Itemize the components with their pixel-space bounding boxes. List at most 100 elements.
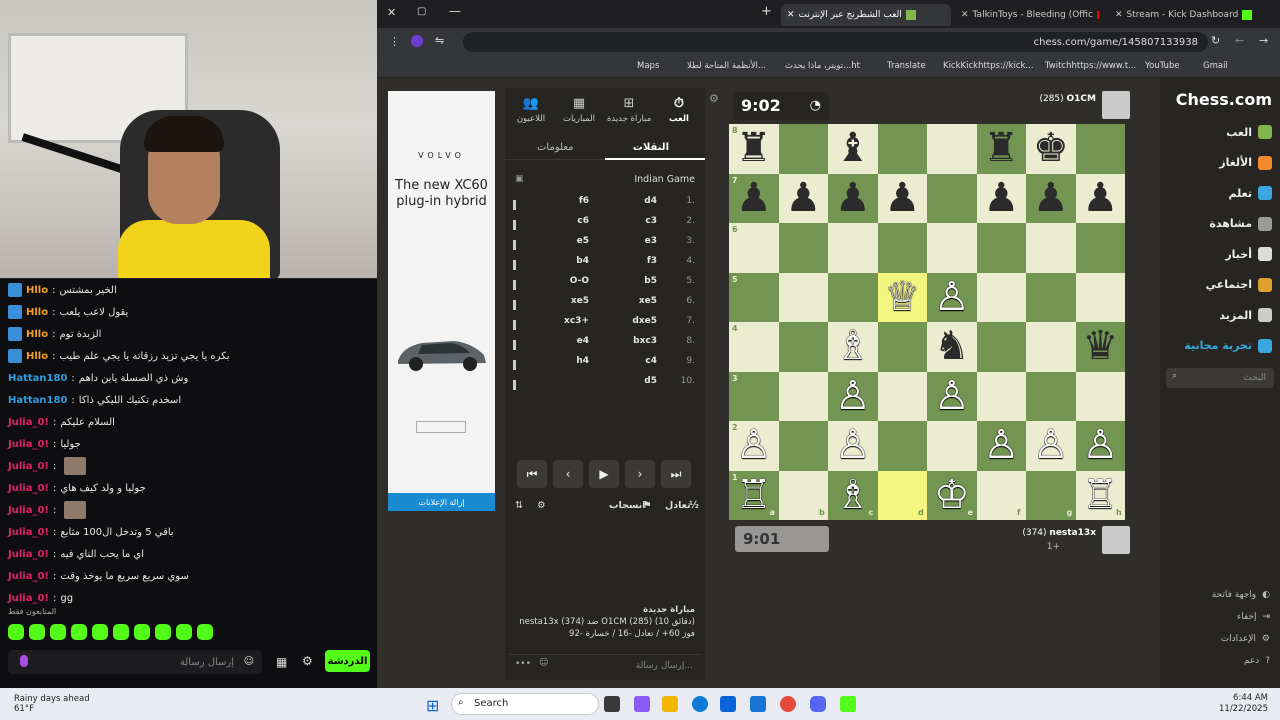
square-d8[interactable] <box>877 124 927 174</box>
chess-board[interactable]: 8 7 6 5 4 3 2 1 a b c d e f g h ♜ ♝ ♜ ♚ ♟ ♟ ♟ ♟ ♟ ♟ ♟ ♕ ♙ ♗ ♞ ♛ ♙ ♙ ♙ ♙ ♙ ♙ ♙ ♖… <box>729 124 1125 520</box>
chat-username[interactable]: Julia_0! <box>8 483 49 494</box>
piece-h7[interactable]: ♟ <box>1076 174 1126 224</box>
square-b6[interactable] <box>778 223 828 273</box>
square-b4[interactable] <box>778 322 828 372</box>
tab-chess[interactable]: ✕ العب الشطرنج عبر الإنترنت <box>781 4 951 26</box>
more-icon[interactable]: ••• <box>515 659 531 669</box>
square-g3[interactable] <box>1026 371 1076 421</box>
player-name[interactable]: (374) nesta13x <box>1022 528 1096 538</box>
square-f6[interactable] <box>976 223 1026 273</box>
tab-play[interactable]: ⏱ العب <box>655 96 703 124</box>
nav-item[interactable]: مشاهدة <box>1209 214 1272 234</box>
square-b3[interactable] <box>778 371 828 421</box>
search-input[interactable]: البحث ⌕ <box>1166 368 1274 388</box>
square-d2[interactable] <box>877 421 927 471</box>
black-move[interactable]: O-O <box>570 276 589 286</box>
square-g4[interactable] <box>1026 322 1076 372</box>
emote-icon[interactable] <box>8 624 24 640</box>
piece-c3[interactable]: ♙ <box>828 372 878 422</box>
black-move[interactable]: f6 <box>579 196 589 206</box>
piece-f7[interactable]: ♟ <box>977 174 1027 224</box>
next-move-button[interactable]: › <box>625 460 655 488</box>
nav-item[interactable]: الألغاز <box>1219 153 1272 173</box>
back-icon[interactable]: → <box>1259 34 1268 47</box>
tab-games[interactable]: ▦ المباريات <box>555 96 603 124</box>
first-move-button[interactable]: ⏮ <box>517 460 547 488</box>
opponent-name[interactable]: (285) O1CM <box>1039 94 1096 104</box>
piece-e3[interactable]: ♙ <box>927 372 977 422</box>
system-clock[interactable]: 6:44 AM 11/22/2025 <box>1219 693 1268 715</box>
piece-e4[interactable]: ♞ <box>927 322 977 372</box>
tab-info[interactable]: معلومات <box>537 142 573 153</box>
ad-banner[interactable]: VOLVO The new XC60 plug-in hybrid إزالة … <box>388 91 495 511</box>
piece-f8[interactable]: ♜ <box>977 124 1027 174</box>
square-g5[interactable] <box>1026 272 1076 322</box>
bookmark-item[interactable]: تويتر، ماذا يحدث...ht <box>785 61 860 71</box>
piece-f2[interactable]: ♙ <box>977 421 1027 471</box>
square-b2[interactable] <box>778 421 828 471</box>
reload-icon[interactable]: ↻ <box>1211 34 1220 47</box>
piece-e1[interactable]: ♔ <box>927 471 977 521</box>
black-move[interactable]: e4 <box>577 336 589 346</box>
piece-e5[interactable]: ♙ <box>927 273 977 323</box>
piece-a7[interactable]: ♟ <box>729 174 779 224</box>
gift-icon[interactable]: ▦ <box>276 655 287 669</box>
minimize-icon[interactable]: — <box>449 4 461 18</box>
white-move[interactable]: b5 <box>644 276 657 286</box>
piece-h2[interactable]: ♙ <box>1076 421 1126 471</box>
emote-icon[interactable] <box>92 624 108 640</box>
emote-icon[interactable] <box>197 624 213 640</box>
bookmark-kick[interactable]: KickKickhttps://kick... <box>943 61 1034 71</box>
bookmark-item[interactable]: الأنظمة المتاحة لطلا... <box>687 61 766 71</box>
square-d3[interactable] <box>877 371 927 421</box>
square-c6[interactable] <box>828 223 878 273</box>
resign-button[interactable]: انسحاب <box>609 500 645 511</box>
light-mode-link[interactable]: واجهة فاتحة ◐ <box>1212 590 1270 600</box>
profile-icon[interactable] <box>411 35 423 47</box>
square-c5[interactable] <box>828 272 878 322</box>
square-f3[interactable] <box>976 371 1026 421</box>
close-icon[interactable]: ✕ <box>1115 10 1123 20</box>
chat-username[interactable]: Julia_0! <box>8 439 49 450</box>
tab-youtube[interactable]: ✕ TalkinToys - Bleeding (Offic <box>955 4 1105 26</box>
piece-g7[interactable]: ♟ <box>1026 174 1076 224</box>
nav-item[interactable]: العب <box>1226 122 1272 142</box>
last-move-button[interactable]: ⏭ <box>661 460 691 488</box>
chat-username[interactable]: Hllo <box>26 285 48 296</box>
previous-move-button[interactable]: ‹ <box>553 460 583 488</box>
chat-username[interactable]: Hllo <box>26 307 48 318</box>
chat-username[interactable]: Hllo <box>26 351 48 362</box>
extensions-icon[interactable]: ⇋ <box>435 34 444 47</box>
gear-icon[interactable]: ⚙ <box>302 654 313 668</box>
nav-item[interactable]: اجتماعي <box>1206 275 1272 295</box>
emote-icon[interactable] <box>29 624 45 640</box>
emote-bar[interactable] <box>8 624 213 642</box>
collapse-link[interactable]: إخفاء ⇥ <box>1237 612 1270 622</box>
book-icon[interactable]: ▣ <box>515 174 524 184</box>
piece-h1[interactable]: ♖ <box>1076 471 1126 521</box>
white-move[interactable]: dxe5 <box>632 316 657 326</box>
bookmark-twitch[interactable]: Twitchhttps://www.t... <box>1045 61 1136 71</box>
microphone-icon[interactable] <box>20 655 28 667</box>
close-icon[interactable]: ✕ <box>387 6 396 19</box>
chat-send-button[interactable]: الدردشة <box>325 650 370 672</box>
square-f5[interactable] <box>976 272 1026 322</box>
close-icon[interactable]: ✕ <box>787 10 795 20</box>
white-move[interactable]: f3 <box>647 256 657 266</box>
file-explorer-icon[interactable] <box>662 696 678 712</box>
black-move[interactable]: xc3+ <box>564 316 589 326</box>
nav-item[interactable]: أخبار <box>1225 244 1272 264</box>
nav-item[interactable]: المزيد <box>1219 305 1272 325</box>
ad-cta-button[interactable] <box>416 421 466 433</box>
piece-g2[interactable]: ♙ <box>1026 421 1076 471</box>
chat-username[interactable]: Julia_0! <box>8 461 49 472</box>
piece-c1[interactable]: ♗ <box>828 471 878 521</box>
windows-start-icon[interactable]: ⊞ <box>426 696 439 715</box>
bookmark-gmail[interactable]: Gmail <box>1203 61 1228 71</box>
emote-icon[interactable] <box>176 624 192 640</box>
black-move[interactable]: h4 <box>576 356 589 366</box>
chat-username[interactable]: Hllo <box>26 329 48 340</box>
black-move[interactable]: c6 <box>577 216 589 226</box>
chat-username[interactable]: Julia_0! <box>8 549 49 560</box>
piece-c7[interactable]: ♟ <box>828 174 878 224</box>
